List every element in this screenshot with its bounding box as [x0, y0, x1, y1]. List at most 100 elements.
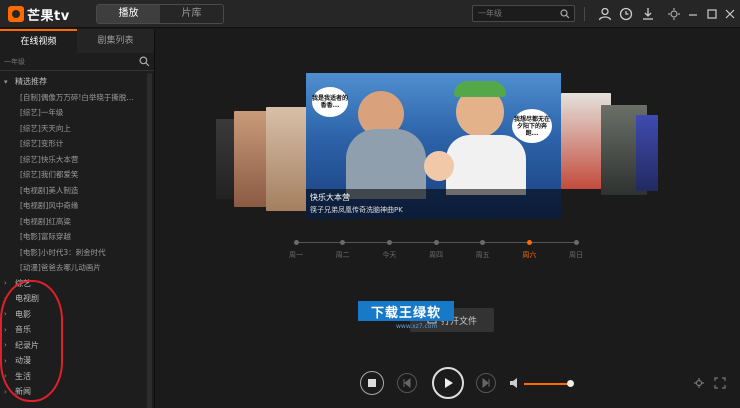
volume-slider-handle[interactable] [567, 380, 574, 387]
tab-library[interactable]: 片库 [160, 5, 223, 23]
timeline-day-label[interactable]: 周六 [522, 250, 536, 260]
tab-episode-list[interactable]: 剧集列表 [77, 29, 154, 53]
group-featured[interactable]: ▾ 精选推荐 [0, 74, 154, 90]
list-item[interactable]: [电影]小时代3：刺金时代 [0, 245, 154, 261]
mode-tabs: 播放 片库 [96, 4, 224, 24]
list-item[interactable]: [综艺]快乐大本营 [0, 152, 154, 168]
app-name: 芒果tv [27, 8, 70, 24]
category-documentary[interactable]: › 纪录片 [0, 338, 154, 354]
baby-face [424, 151, 454, 181]
recommend-carousel: 我是我适者的香香... 我想尽都无在夕阳下的奔跑... 快乐大本营 筷子兄弟凤凰… [216, 69, 686, 229]
search-icon[interactable] [139, 56, 150, 67]
mango-logo-icon [8, 6, 24, 22]
category-variety[interactable]: › 综艺 [0, 276, 154, 292]
list-item[interactable]: [电视剧]风中奇缘 [0, 198, 154, 214]
title-bar: 芒果tv 播放 片库 [0, 0, 740, 28]
green-hat [454, 81, 506, 97]
next-button[interactable] [476, 373, 496, 393]
featured-subtitle: 筷子兄弟凤凰传奇洗脑神曲PK [310, 206, 403, 214]
list-item[interactable]: [综艺]变形计 [0, 136, 154, 152]
expand-arrow-icon: › [4, 356, 7, 365]
category-label: 纪录片 [15, 340, 39, 350]
category-tv-drama[interactable]: › 电视剧 [0, 291, 154, 307]
timeline-day-label[interactable]: 周二 [336, 250, 350, 260]
stop-button[interactable] [360, 371, 384, 395]
settings-gear-icon[interactable] [693, 377, 705, 389]
stop-icon [368, 379, 376, 387]
featured-show-card[interactable]: 我是我适者的香香... 我想尽都无在夕阳下的奔跑... 快乐大本营 筷子兄弟凤凰… [306, 73, 561, 219]
category-anime[interactable]: › 动漫 [0, 353, 154, 369]
list-item[interactable]: [电视剧]美人制造 [0, 183, 154, 199]
play-icon [445, 378, 453, 388]
close-icon[interactable] [722, 6, 738, 22]
expand-arrow-icon: › [4, 341, 7, 350]
timeline-day-label[interactable]: 周一 [289, 250, 303, 260]
category-label: 音乐 [15, 325, 31, 335]
timeline-day-dot[interactable] [526, 240, 532, 245]
category-music[interactable]: › 音乐 [0, 322, 154, 338]
timeline-day-label[interactable]: 周日 [569, 250, 583, 260]
category-label: 综艺 [15, 278, 31, 288]
sidebar-search-input[interactable] [0, 55, 130, 69]
player-controls [156, 367, 740, 401]
expand-arrow-icon: › [4, 294, 7, 303]
timeline-day-dot[interactable] [340, 240, 346, 245]
expand-arrow-icon: › [4, 372, 7, 381]
list-item[interactable]: [自制]偶像万万碎!白举晓于撕脱... [0, 90, 154, 106]
fullscreen-icon[interactable] [714, 377, 726, 389]
next-icon [482, 378, 490, 388]
tab-play[interactable]: 播放 [97, 5, 160, 23]
play-button[interactable] [432, 367, 464, 399]
list-item[interactable]: [电影]富际穿越 [0, 229, 154, 245]
previous-icon [403, 378, 411, 388]
settings-icon[interactable] [666, 6, 682, 22]
minimize-icon[interactable] [685, 6, 701, 22]
category-life[interactable]: › 生活 [0, 369, 154, 385]
timeline-day-dot[interactable] [480, 240, 486, 245]
week-timeline: 周一 周二 今天 周四 周五 周六 周日 [289, 240, 583, 270]
white-shirt [446, 135, 526, 195]
sidebar-search-box [0, 55, 154, 71]
top-search-box [472, 5, 575, 22]
timeline-day-dot[interactable] [293, 240, 299, 245]
tab-online-video[interactable]: 在线视频 [0, 29, 77, 53]
user-icon[interactable] [597, 6, 613, 22]
timeline-day-dot[interactable] [433, 240, 439, 245]
volume-icon[interactable] [509, 377, 521, 389]
speech-bubble-left: 我是我适者的香香... [312, 87, 348, 117]
timeline-day-label[interactable]: 周五 [476, 250, 490, 260]
expand-arrow-icon: › [4, 279, 7, 288]
main-panel: 我是我适者的香香... 我想尽都无在夕阳下的奔跑... 快乐大本营 筷子兄弟凤凰… [156, 29, 740, 408]
carousel-thumb[interactable] [636, 115, 658, 191]
watermark: 下载王绿软 www.xz7.com [356, 299, 456, 343]
previous-button[interactable] [397, 373, 417, 393]
list-item[interactable]: [动漫]爸爸去哪儿动画片 [0, 260, 154, 276]
expand-arrow-icon: › [4, 325, 7, 334]
list-item[interactable]: [电视剧]红高粱 [0, 214, 154, 230]
sidebar-scrollbar[interactable] [147, 73, 152, 408]
timeline-day-dot[interactable] [573, 240, 579, 245]
expand-arrow-icon: › [4, 387, 7, 396]
sidebar: 在线视频 剧集列表 ▾ 精选推荐 [自制]偶像万万碎!白举晓于撕脱... [综艺… [0, 29, 155, 408]
category-tree: ▾ 精选推荐 [自制]偶像万万碎!白举晓于撕脱... [综艺]一年级 [综艺]天… [0, 71, 154, 400]
category-label: 新闻 [15, 387, 31, 397]
list-item[interactable]: [综艺]一年级 [0, 105, 154, 121]
speech-bubble-right: 我想尽都无在夕阳下的奔跑... [512, 109, 552, 143]
download-icon[interactable] [640, 6, 656, 22]
list-item[interactable]: [综艺]天天向上 [0, 121, 154, 137]
featured-caption: 快乐大本营 筷子兄弟凤凰传奇洗脑神曲PK [306, 189, 561, 219]
watermark-url: www.xz7.com [396, 323, 438, 330]
category-news[interactable]: › 新闻 [0, 384, 154, 400]
top-search-input[interactable] [473, 6, 558, 21]
category-movie[interactable]: › 电影 [0, 307, 154, 323]
volume-slider[interactable] [524, 383, 570, 385]
timeline-day-label[interactable]: 周四 [429, 250, 443, 260]
timeline-day-label[interactable]: 今天 [382, 250, 396, 260]
collapse-arrow-icon: ▾ [4, 77, 8, 86]
list-item[interactable]: [综艺]我们都爱笑 [0, 167, 154, 183]
maximize-icon[interactable] [704, 6, 720, 22]
category-label: 动漫 [15, 356, 31, 366]
timeline-day-dot[interactable] [386, 240, 392, 245]
search-icon[interactable] [560, 9, 570, 19]
history-icon[interactable] [618, 6, 634, 22]
